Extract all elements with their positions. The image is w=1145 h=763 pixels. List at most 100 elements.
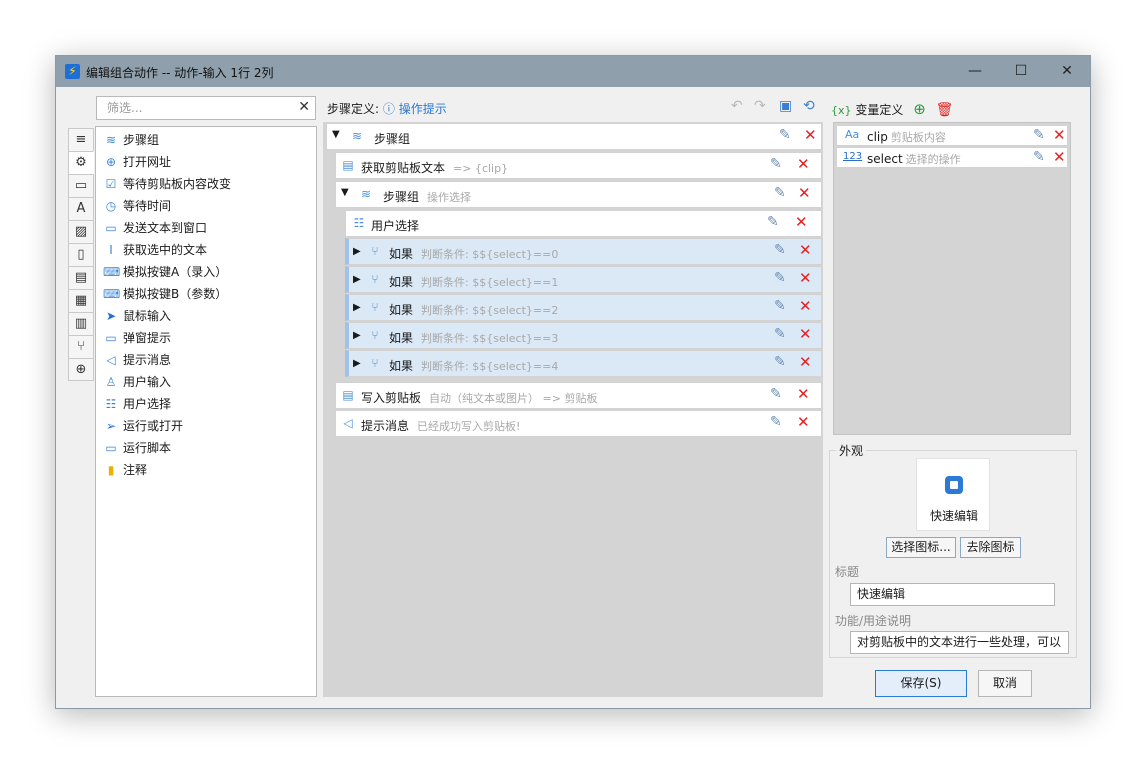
delete-icon[interactable]: ✕ (798, 184, 811, 202)
variable-row[interactable]: 123 select 选择的操作 ✎ ✕ (836, 147, 1068, 168)
close-button[interactable]: ✕ (1044, 56, 1090, 87)
edit-icon[interactable]: ✎ (1033, 127, 1045, 143)
delete-icon[interactable]: ✕ (804, 126, 817, 144)
list-item[interactable]: ☷ 用户选择 (96, 393, 316, 415)
step-row[interactable]: ▶ ⑂ 如果 判断条件: $${select}==1 ✎ ✕ (345, 266, 822, 293)
description-field[interactable]: 对剪贴板中的文本进行一些处理，可以 (850, 631, 1069, 654)
windows-icon[interactable]: ▦ (68, 289, 94, 312)
image-icon[interactable]: ▨ (68, 220, 94, 243)
step-row[interactable]: ◁ 提示消息 已经成功写入剪贴板! ✎ ✕ (335, 410, 822, 437)
choose-icon-button[interactable]: 选择图标... (886, 537, 956, 558)
list-item[interactable]: ⌨ 模拟按键A（录入） (96, 261, 316, 283)
list-item[interactable]: ≋ 步骤组 (96, 129, 316, 151)
list-icon[interactable]: ≡ (68, 128, 94, 151)
collapse-arrow-icon[interactable]: ▼ (341, 187, 349, 198)
clear-filter-icon[interactable]: ✕ (298, 99, 310, 115)
collapse-arrow-icon[interactable]: ▼ (332, 129, 340, 140)
edit-icon[interactable]: ✎ (774, 242, 786, 258)
delete-icon[interactable]: ✕ (795, 213, 808, 231)
edit-icon[interactable]: ✎ (770, 414, 782, 430)
edit-icon[interactable]: ✎ (774, 270, 786, 286)
operation-hint-link[interactable]: 操作提示 (399, 102, 447, 116)
appearance-title: 外观 (836, 442, 867, 459)
maximize-button[interactable]: ☐ (998, 56, 1044, 87)
list-item[interactable]: ⌨ 模拟按键B（参数） (96, 283, 316, 305)
delete-icon[interactable]: ✕ (1053, 126, 1066, 144)
add-variable-icon[interactable]: ⊕ (913, 100, 926, 118)
list-item[interactable]: ◁ 提示消息 (96, 349, 316, 371)
delete-icon[interactable]: ✕ (797, 413, 810, 431)
trash-icon[interactable]: 🗑 (936, 102, 954, 118)
edit-icon[interactable]: ✎ (767, 214, 779, 230)
expand-arrow-icon[interactable]: ▶ (353, 358, 361, 369)
step-row[interactable]: ▤ 获取剪贴板文本 => {clip} ✎ ✕ (335, 152, 822, 179)
keyboard-icon: ⌨ (103, 265, 121, 279)
edit-icon[interactable]: ✎ (774, 354, 786, 370)
title-field[interactable]: 快速编辑 (850, 583, 1055, 606)
clipboard-icon[interactable]: ▯ (68, 243, 94, 266)
branch-icon[interactable]: ⑂ (68, 335, 94, 358)
step-row[interactable]: ▶ ⑂ 如果 判断条件: $${select}==2 ✎ ✕ (345, 294, 822, 321)
delete-icon[interactable]: ✕ (797, 385, 810, 403)
delete-icon[interactable]: ✕ (799, 241, 812, 259)
cancel-button[interactable]: 取消 (978, 670, 1032, 697)
edit-icon[interactable]: ✎ (774, 326, 786, 342)
save-button[interactable]: 保存(S) (875, 670, 967, 697)
edit-icon[interactable]: ✎ (774, 185, 786, 201)
list-item[interactable]: ⊕ 打开网址 (96, 151, 316, 173)
minimize-button[interactable]: — (952, 56, 998, 87)
branch-icon: ⑂ (371, 356, 379, 370)
delete-icon[interactable]: ✕ (797, 155, 810, 173)
expand-arrow-icon[interactable]: ▶ (353, 330, 361, 341)
step-row[interactable]: ▼ ≋ 步骤组 ✎ ✕ (326, 123, 822, 150)
list-item[interactable]: ➤ 鼠标输入 (96, 305, 316, 327)
filter-input[interactable] (105, 100, 299, 116)
step-row[interactable]: ☷ 用户选择 ✎ ✕ (345, 210, 822, 237)
undo-icon[interactable]: ↶ (731, 98, 743, 114)
delete-icon[interactable]: ✕ (799, 297, 812, 315)
expand-arrow-icon[interactable]: ▶ (353, 274, 361, 285)
text-icon[interactable]: A (68, 197, 94, 220)
icon-preview[interactable]: 快速编辑 (916, 458, 990, 531)
delete-icon[interactable]: ✕ (799, 269, 812, 287)
variable-row[interactable]: Aa clip 剪贴板内容 ✎ ✕ (836, 125, 1068, 146)
remove-icon-button[interactable]: 去除图标 (960, 537, 1021, 558)
document-icon[interactable]: ▤ (68, 266, 94, 289)
globe-icon[interactable]: ⊕ (68, 358, 94, 381)
delete-icon[interactable]: ✕ (1053, 148, 1066, 166)
step-row[interactable]: ▶ ⑂ 如果 判断条件: $${select}==4 ✎ ✕ (345, 350, 822, 377)
history-icon[interactable]: ⟲ (803, 98, 815, 114)
chat-icon: ▭ (105, 221, 117, 235)
list-item[interactable]: ▮ 注释 (96, 459, 316, 481)
edit-icon[interactable]: ✎ (774, 298, 786, 314)
window-icon[interactable]: ▭ (68, 174, 94, 197)
delete-icon[interactable]: ✕ (799, 353, 812, 371)
grid-icon[interactable]: ▥ (68, 312, 94, 335)
list-item[interactable]: ▭ 弹窗提示 (96, 327, 316, 349)
step-row[interactable]: ▶ ⑂ 如果 判断条件: $${select}==0 ✎ ✕ (345, 238, 822, 265)
list-item[interactable]: ▭ 发送文本到窗口 (96, 217, 316, 239)
info-icon[interactable]: ⓘ (383, 102, 395, 116)
gear-icon[interactable]: ⚙ (68, 151, 94, 174)
redo-icon[interactable]: ↷ (754, 98, 766, 114)
action-list: ≋ 步骤组 ⊕ 打开网址 ☑ 等待剪贴板内容改变 ◷ 等待时间 ▭ 发送文本到窗口 Ⅰ 获取… (95, 126, 317, 697)
expand-arrow-icon[interactable]: ▶ (353, 246, 361, 257)
edit-icon[interactable]: ✎ (1033, 149, 1045, 165)
list-select-icon: ☷ (105, 397, 117, 411)
list-item[interactable]: Ⅰ 获取选中的文本 (96, 239, 316, 261)
step-row[interactable]: ▤ 写入剪贴板 自动（纯文本或图片） => 剪贴板 ✎ ✕ (335, 382, 822, 409)
edit-icon[interactable]: ✎ (770, 156, 782, 172)
list-item[interactable]: ➢ 运行或打开 (96, 415, 316, 437)
title-bar[interactable]: ⚡ 编辑组合动作 -- 动作-输入 1行 2列 — ☐ ✕ (56, 56, 1090, 87)
delete-icon[interactable]: ✕ (799, 325, 812, 343)
step-row[interactable]: ▼ ≋ 步骤组 操作选择 ✎ ✕ (335, 181, 822, 208)
edit-icon[interactable]: ✎ (779, 127, 791, 143)
list-item[interactable]: ♙ 用户输入 (96, 371, 316, 393)
list-item[interactable]: ◷ 等待时间 (96, 195, 316, 217)
step-row[interactable]: ▶ ⑂ 如果 判断条件: $${select}==3 ✎ ✕ (345, 322, 822, 349)
list-item[interactable]: ☑ 等待剪贴板内容改变 (96, 173, 316, 195)
save-icon[interactable]: ▣ (779, 98, 792, 114)
expand-arrow-icon[interactable]: ▶ (353, 302, 361, 313)
edit-icon[interactable]: ✎ (770, 386, 782, 402)
list-item[interactable]: ▭ 运行脚本 (96, 437, 316, 459)
